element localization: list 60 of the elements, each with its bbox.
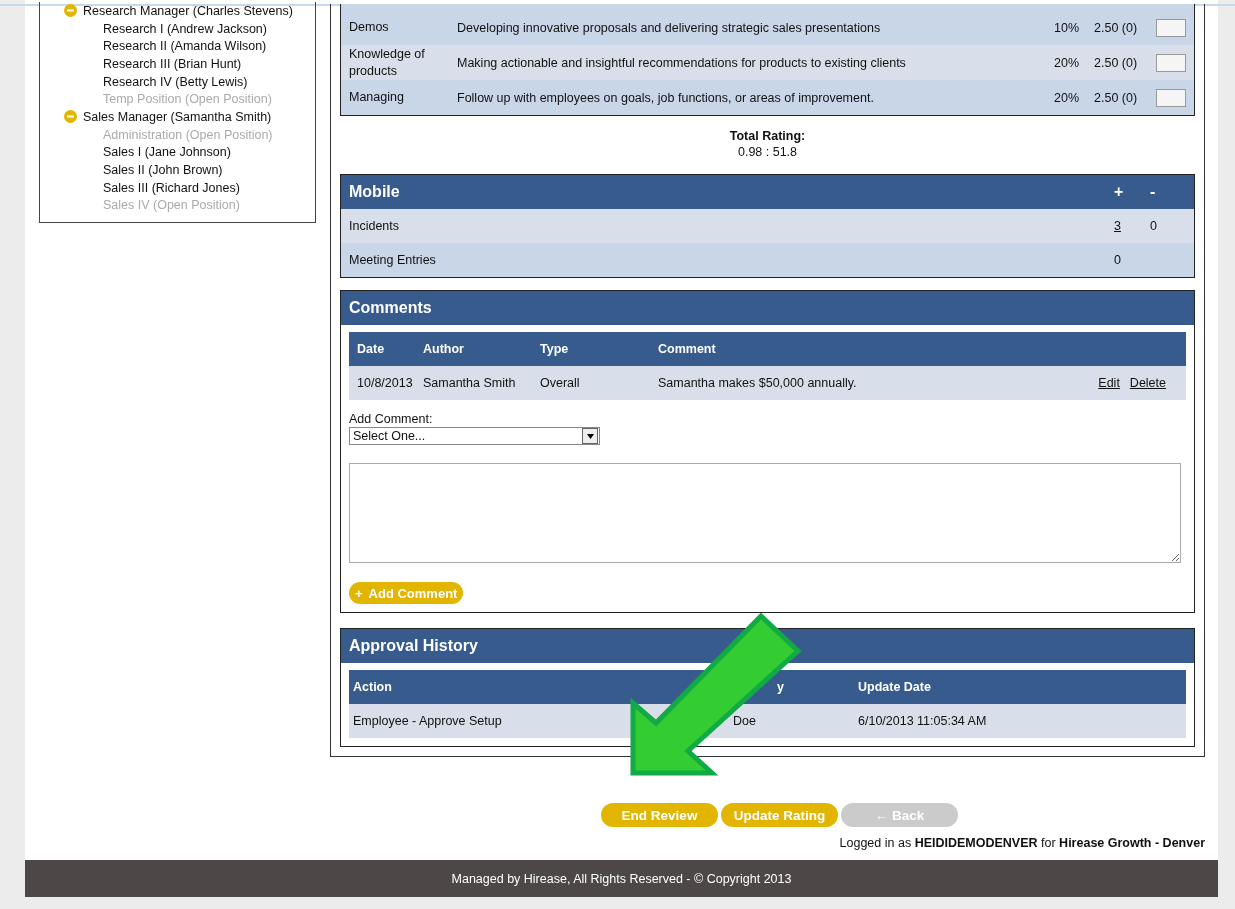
field-label: Add Comment: — [349, 412, 433, 426]
table-cell-text: 20% — [1054, 55, 1081, 70]
table-cell-text: 2.50 (0) — [1094, 90, 1139, 105]
table-cell-text: 2.50 (0) — [1094, 20, 1139, 35]
action-link[interactable]: Delete — [1129, 376, 1166, 390]
column-header: Comment — [658, 342, 717, 356]
table-cell-text: Meeting Entries — [349, 253, 437, 267]
tree-item[interactable]: Research Manager (Charles Stevens) — [83, 3, 293, 18]
table-cell-text: Follow up with employees on goals, job functions, or areas of improvement. — [457, 90, 875, 105]
tree-item[interactable]: Research I (Andrew Jackson) — [103, 21, 267, 36]
table-cell-text: 10/8/2013 — [357, 376, 414, 390]
table-cell: 0 — [1114, 253, 1121, 267]
column-header: Date — [357, 342, 386, 356]
rating-input[interactable] — [1156, 88, 1186, 107]
section-title: Comments — [349, 299, 433, 317]
tree-item[interactable]: Sales III (Richard Jones) — [103, 180, 240, 195]
comment-textarea[interactable] — [349, 463, 1181, 563]
tree-item[interactable]: Research III (Brian Hunt) — [103, 56, 242, 71]
table-cell-text: Developing innovative proposals and delivering strategic sales presentations — [457, 20, 882, 35]
table-cell-text: Doe — [733, 714, 757, 728]
tree-item[interactable]: Research II (Amanda Wilson) — [103, 39, 267, 54]
column-header: Action — [353, 680, 393, 694]
tree-item[interactable]: Sales II (John Brown) — [103, 163, 223, 178]
section-title: Approval History — [349, 637, 479, 655]
column-header: Author — [423, 342, 465, 356]
count-link[interactable]: 3 — [1114, 219, 1121, 233]
collapse-icon[interactable] — [64, 4, 77, 18]
table-cell-text: Making actionable and insightful recommendations for products to existing clients — [457, 55, 907, 70]
minus-header: - — [1150, 183, 1157, 201]
column-header: y — [777, 680, 785, 694]
table-cell-text: Managing — [349, 89, 405, 106]
collapse-icon[interactable] — [64, 110, 77, 124]
rating-input[interactable] — [1156, 18, 1186, 37]
comment-type-select[interactable]: Select One... — [349, 427, 600, 445]
plus-header: + — [1114, 183, 1125, 201]
table-cell-text: 20% — [1054, 90, 1081, 105]
section-title: Mobile — [349, 183, 401, 201]
table-cell: 0 — [1150, 219, 1157, 233]
column-header: Type — [540, 342, 570, 356]
tree-item[interactable]: Sales Manager (Samantha Smith) — [83, 109, 272, 124]
table-cell-text: 10% — [1054, 20, 1081, 35]
dropdown-icon[interactable] — [582, 428, 598, 444]
table-cell-text: 2.50 (0) — [1094, 55, 1139, 70]
table-cell-text: Knowledge of products — [349, 45, 426, 80]
tree-item[interactable]: Research IV (Betty Lewis) — [103, 74, 248, 89]
total-rating-label: Total Rating: — [729, 128, 806, 144]
login-info: Logged in as HEIDIDEMODENVER for Hirease Growth - Denver — [839, 836, 1205, 850]
copyright-text: Managed by Hirease, All Rights Reserved - © Copyright 2013 — [451, 871, 792, 886]
table-cell-text: Employee - Approve Setup — [353, 714, 503, 728]
action-link[interactable]: Edit — [1098, 376, 1120, 390]
table-cell-text: 6/10/2013 11:05:34 AM — [858, 714, 988, 728]
column-header: Update Date — [858, 680, 932, 694]
table-cell-text: Samantha makes $50,000 annually. — [658, 376, 858, 390]
total-rating-value: 0.98 : 51.8 — [737, 144, 798, 160]
table-cell-text: Demos — [349, 19, 390, 36]
tree-item[interactable]: Sales I (Jane Johnson) — [103, 145, 231, 160]
table-cell-text: Samantha Smith — [423, 376, 517, 390]
table-cell-text: Overall — [540, 376, 581, 390]
rating-input[interactable] — [1156, 53, 1186, 72]
table-cell-text: Incidents — [349, 219, 401, 233]
